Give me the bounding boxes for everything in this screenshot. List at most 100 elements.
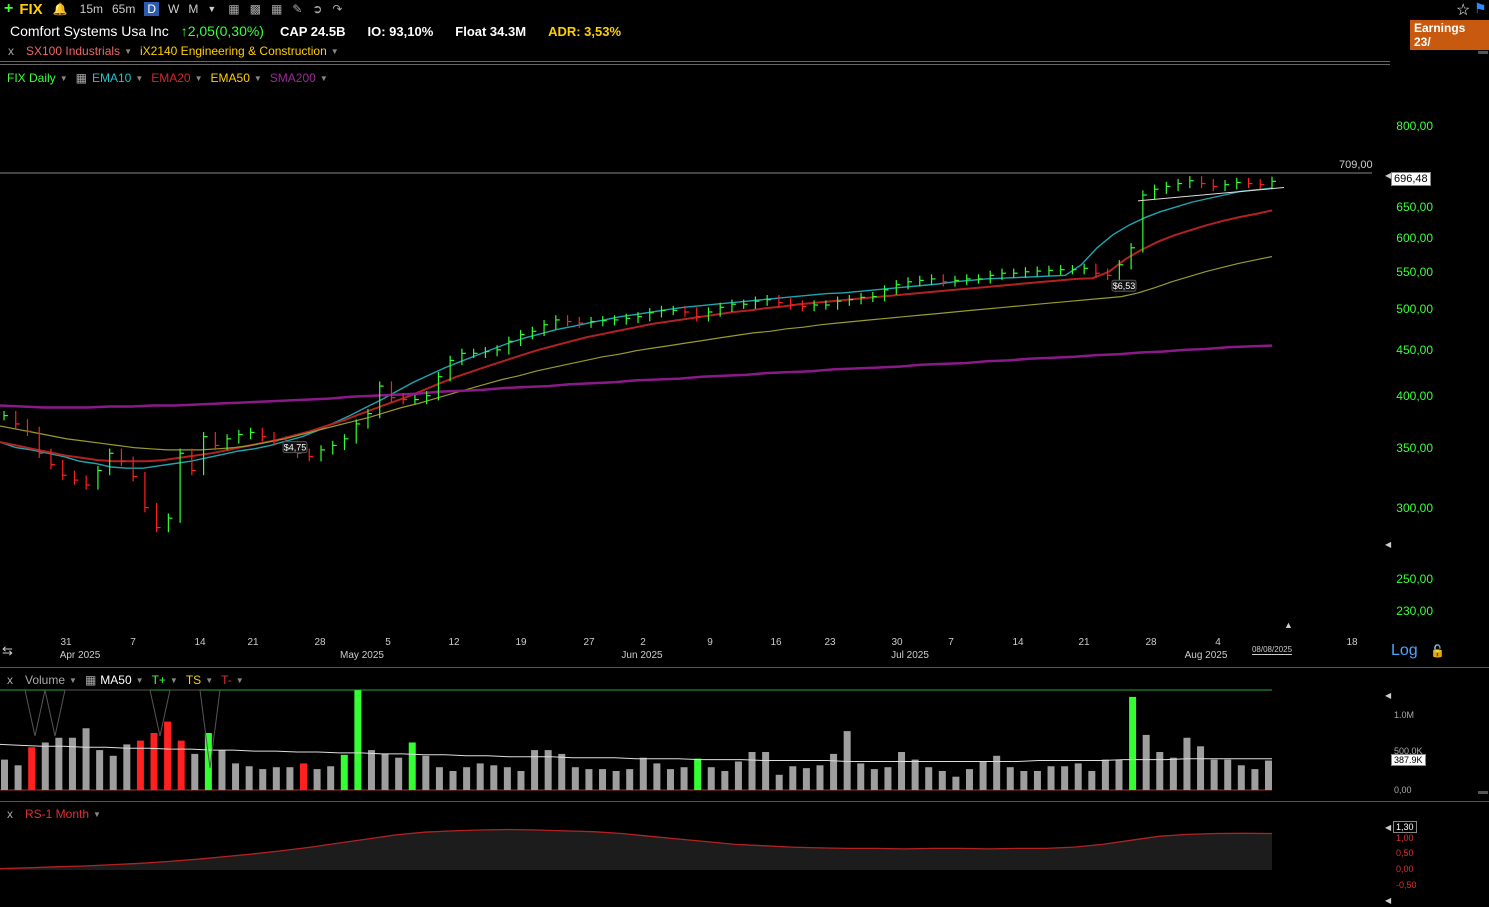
legend-main[interactable]: FIX Daily [7, 71, 56, 85]
grid-icon[interactable]: ▦ [85, 673, 96, 687]
institutional-ownership: IO: 93,10% [367, 23, 434, 39]
chevron-down-icon[interactable]: ▼ [170, 676, 178, 685]
volume-bar [449, 771, 457, 790]
chevron-down-icon[interactable]: ▼ [136, 676, 144, 685]
chevron-down-icon[interactable]: ▼ [135, 74, 143, 83]
tf-65m[interactable]: 65m [112, 2, 135, 16]
scroll-left-icon[interactable]: ◀ [1385, 691, 1391, 700]
chevron-down-icon[interactable]: ▼ [69, 676, 77, 685]
legend-ema20[interactable]: EMA20 [151, 71, 190, 85]
flag-icon[interactable]: ⚑ [1474, 0, 1487, 17]
date-tick-label: 30 [891, 637, 903, 648]
price-axis-label: 550,00 [1396, 264, 1433, 279]
scroll-left-icon[interactable]: ◀ [1385, 823, 1391, 832]
price-bar [872, 291, 877, 303]
chevron-down-icon[interactable]: ▼ [60, 74, 68, 83]
price-axis-label: 350,00 [1396, 440, 1433, 455]
scroll-left-icon[interactable]: ◀ [1385, 896, 1391, 905]
ts-indicator[interactable]: TS [186, 673, 201, 687]
price-axis-label: 230,00 [1396, 604, 1433, 618]
chevron-down-icon[interactable]: ▼ [195, 74, 203, 83]
price-axis-label: 250,00 [1396, 571, 1433, 586]
price-bar [531, 326, 537, 340]
volume-bar [1101, 759, 1109, 790]
volume-bar [1115, 759, 1123, 790]
volume-bar [463, 767, 471, 790]
scroll-left-icon[interactable]: ◀ [1385, 540, 1391, 549]
chevron-down-icon[interactable]: ▼ [93, 810, 101, 819]
scroll-up-icon[interactable]: ▲ [1284, 620, 1293, 630]
symbol-field[interactable]: FIX [19, 1, 42, 18]
price-bar [1212, 178, 1218, 192]
volume-bar [1237, 765, 1245, 790]
volume-bar [286, 767, 294, 790]
price-bar [1048, 265, 1053, 276]
price-bar [332, 440, 337, 455]
t-plus[interactable]: T+ [152, 673, 166, 687]
chevron-down-icon[interactable]: ▼ [205, 676, 213, 685]
chevron-down-icon[interactable]: ▼ [207, 4, 216, 14]
calculator-icon[interactable]: ▦ [271, 2, 282, 16]
price-bar [1083, 263, 1089, 275]
volume-bar [965, 769, 973, 790]
tf-monthly[interactable]: M [188, 2, 198, 16]
volume-bar [245, 766, 253, 790]
lock-icon[interactable]: 🔓 [1430, 644, 1445, 658]
date-tick-label: 7 [130, 637, 136, 648]
tf-daily[interactable]: D [144, 2, 159, 16]
chevron-down-icon[interactable]: ▼ [124, 47, 132, 56]
legend-ema50[interactable]: EMA50 [211, 71, 250, 85]
tf-15m[interactable]: 15m [80, 2, 103, 16]
volume-bar [259, 769, 267, 790]
earnings-marker-1: $4,75 [284, 443, 307, 453]
tc-icon[interactable]: ▦ [228, 2, 239, 16]
bars-icon[interactable]: ▩ [250, 2, 261, 16]
industry-group[interactable]: iX2140 Engineering & Construction [140, 44, 327, 58]
volume-ma[interactable]: MA50 [100, 673, 131, 687]
volume-chart[interactable] [0, 688, 1390, 798]
rs-chart[interactable] [0, 820, 1390, 875]
swap-icon[interactable]: ⇆ [2, 643, 13, 659]
price-bar [836, 296, 842, 310]
grid-icon[interactable]: ▦ [76, 71, 87, 85]
chevron-down-icon[interactable]: ▼ [254, 74, 262, 83]
legend-ema10[interactable]: EMA10 [92, 71, 131, 85]
volume-bar [544, 750, 552, 790]
bell-icon[interactable]: 🔔 [53, 2, 68, 16]
rs-title[interactable]: RS-1 Month [25, 807, 89, 821]
scale-mode-button[interactable]: Log [1391, 642, 1418, 660]
price-bar [261, 427, 267, 442]
star-icon[interactable]: ☆ [1456, 0, 1470, 20]
legend-sma200[interactable]: SMA200 [270, 71, 316, 85]
share-icon[interactable]: ➲ [312, 2, 322, 16]
earnings-marker-2: $6,53 [1113, 281, 1136, 291]
collapse-icon[interactable]: ▬ [1478, 786, 1488, 797]
date-tick-label: 21 [247, 637, 259, 648]
chevron-down-icon[interactable]: ▼ [320, 74, 328, 83]
volume-bar [1, 759, 8, 790]
ts-signal-line [24, 689, 221, 769]
t-minus[interactable]: T- [221, 673, 232, 687]
price-bar [1153, 184, 1159, 200]
tf-weekly[interactable]: W [168, 2, 179, 16]
volume-title[interactable]: Volume [25, 673, 65, 687]
sector-group[interactable]: SX100 Industrials [26, 44, 120, 58]
close-volume-button[interactable]: x [7, 673, 13, 687]
pencil-icon[interactable]: ✎ [292, 2, 302, 16]
volume-current-box: 387.9K [1391, 754, 1426, 766]
volume-bar [748, 752, 756, 790]
volume-bar [816, 765, 824, 790]
redo-icon[interactable]: ↷ [332, 2, 342, 16]
chevron-down-icon[interactable]: ▼ [236, 676, 244, 685]
chevron-down-icon[interactable]: ▼ [331, 47, 339, 56]
close-rs-button[interactable]: x [7, 807, 13, 821]
price-bar [977, 274, 983, 284]
add-icon[interactable]: + [4, 0, 13, 18]
volume-bar [952, 776, 960, 790]
price-chart[interactable]: $4,75 $6,53 [0, 86, 1390, 636]
volume-bar [177, 740, 185, 790]
volume-bar [571, 767, 579, 790]
volume-bar [517, 771, 525, 790]
collapse-icon[interactable]: ▬ [1478, 46, 1488, 57]
close-groups-button[interactable]: x [8, 44, 14, 58]
